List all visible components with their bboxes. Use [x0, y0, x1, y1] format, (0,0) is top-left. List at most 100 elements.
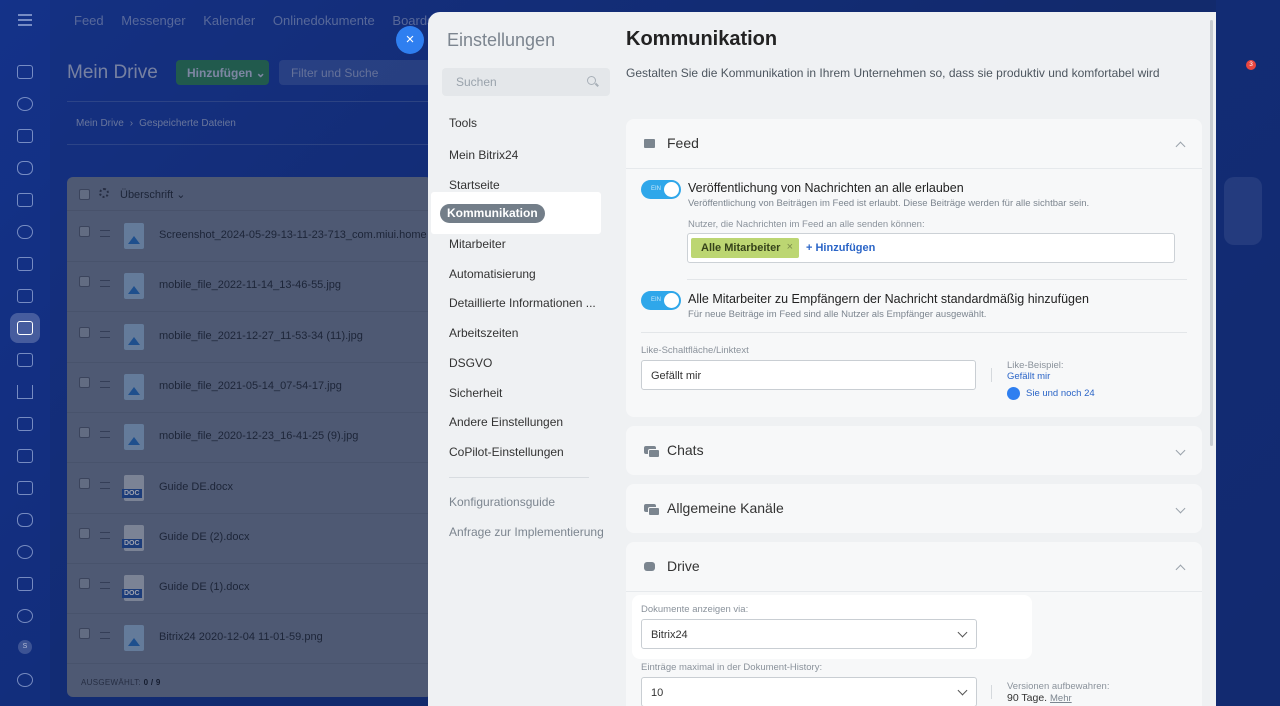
chevron-up-icon[interactable] — [1175, 141, 1186, 152]
copilot-icon[interactable] — [17, 97, 33, 111]
like-example-label: Like-Beispiel: — [1007, 360, 1064, 371]
settings-title: Einstellungen — [447, 30, 556, 50]
remove-tag-icon[interactable]: × — [787, 241, 793, 253]
analytics-icon[interactable] — [17, 385, 33, 399]
like-text-input[interactable]: Gefällt mir — [641, 360, 976, 390]
users-label: Nutzer, die Nachrichten im Feed an alle … — [688, 219, 925, 230]
divider — [626, 591, 1202, 592]
chevron-up-icon[interactable] — [1175, 564, 1186, 575]
settings-navigation: Einstellungen Suchen Tools Mein Bitrix24… — [428, 12, 610, 706]
nav-item-tools[interactable]: Tools — [449, 116, 477, 130]
nav-item-konfigurationsguide[interactable]: Konfigurationsguide — [449, 495, 555, 509]
recent-chats-group — [1224, 177, 1262, 245]
board-icon[interactable] — [17, 353, 33, 367]
feed-icon[interactable] — [17, 129, 33, 143]
divider — [641, 332, 1187, 333]
like-example-link[interactable]: Gefällt mir — [1007, 371, 1050, 382]
close-icon: × — [405, 31, 415, 48]
nav-item-arbeitszeiten[interactable]: Arbeitszeiten — [449, 326, 518, 340]
option-add-recipients-title: Alle Mitarbeiter zu Empfängern der Nachr… — [688, 292, 1089, 306]
thumbs-up-icon — [1007, 387, 1020, 400]
docs-via-select[interactable]: Bitrix24 — [641, 619, 977, 649]
option-add-recipients-desc: Für neue Beiträge im Feed sind alle Nutz… — [688, 309, 987, 320]
feed-section-title: Feed — [667, 135, 699, 151]
home-icon[interactable] — [17, 65, 33, 79]
nav-item-dsgvo[interactable]: DSGVO — [449, 356, 492, 370]
right-sidebar — [1216, 0, 1280, 706]
signature-icon[interactable] — [17, 577, 33, 591]
channels-section-header[interactable]: Allgemeine Kanäle — [626, 484, 1202, 533]
versions-more-link[interactable]: Mehr — [1050, 693, 1072, 704]
tasks-icon[interactable] — [17, 289, 33, 303]
nav-item-kommunikation[interactable]: Kommunikation — [440, 204, 545, 223]
toggle-publish-to-all[interactable]: EIN — [641, 180, 681, 199]
status-label: S — [18, 640, 32, 654]
toggle-knob — [664, 293, 679, 308]
chevron-down-icon — [957, 685, 968, 696]
drive-icon — [644, 562, 655, 571]
feed-icon — [644, 139, 655, 148]
goals-icon[interactable] — [17, 545, 33, 559]
toggle-add-recipients[interactable]: EIN — [641, 291, 681, 310]
settings-scrollbar[interactable] — [1210, 20, 1213, 446]
nav-item-sicherheit[interactable]: Sicherheit — [449, 386, 502, 400]
schedule-icon[interactable] — [17, 481, 33, 495]
page-description: Gestalten Sie die Kommunikation in Ihrem… — [626, 66, 1160, 80]
like-example-count: Sie und noch 24 — [1007, 387, 1095, 400]
user-tag: Alle Mitarbeiter × — [691, 238, 799, 258]
channels-section-title: Allgemeine Kanäle — [667, 500, 784, 516]
like-label: Like-Schaltfläche/Linktext — [641, 345, 749, 356]
toggle-knob — [664, 182, 679, 197]
chats-section: Chats — [626, 426, 1202, 475]
nav-item-detaillierte-informationen[interactable]: Detaillierte Informationen ... — [449, 296, 596, 310]
feed-section: Feed EIN Veröffentlichung von Nachrichte… — [626, 119, 1202, 417]
drive-icon[interactable] — [17, 321, 33, 335]
calendar-icon[interactable] — [17, 193, 33, 207]
nav-item-anfrage-implementierung[interactable]: Anfrage zur Implementierung — [449, 525, 604, 539]
chats-icon — [644, 446, 660, 458]
nav-item-andere-einstellungen[interactable]: Andere Einstellungen — [449, 415, 563, 429]
chat-icon[interactable] — [17, 161, 33, 175]
contacts-icon[interactable] — [17, 225, 33, 239]
docs-via-label: Dokumente anzeigen via: — [641, 604, 749, 615]
history-label: Einträge maximal in der Dokument-History… — [641, 662, 823, 673]
versions-label: Versionen aufbewahren: — [1007, 681, 1110, 692]
add-users-link[interactable]: + Hinzufügen — [806, 242, 875, 254]
channels-section: Allgemeine Kanäle — [626, 484, 1202, 533]
option-publish-to-all-desc: Veröffentlichung von Beiträgen im Feed i… — [688, 198, 1090, 209]
close-panel-button[interactable]: × — [396, 26, 424, 54]
menu-icon[interactable] — [18, 14, 32, 26]
versions-value: 90 Tage. Mehr — [1007, 692, 1072, 704]
chats-section-title: Chats — [667, 442, 704, 458]
notification-badge: 3 — [1246, 60, 1256, 70]
shop-icon[interactable] — [17, 417, 33, 431]
nav-divider — [449, 477, 589, 478]
users-selector[interactable]: Alle Mitarbeiter × + Hinzufügen — [687, 233, 1175, 263]
left-sidebar: S — [0, 0, 50, 706]
option-publish-to-all-title: Veröffentlichung von Nachrichten an alle… — [688, 181, 964, 195]
divider — [991, 685, 992, 699]
drive-section-header[interactable]: Drive — [626, 542, 1202, 591]
nav-item-mein-bitrix24[interactable]: Mein Bitrix24 — [449, 148, 518, 162]
nav-item-automatisierung[interactable]: Automatisierung — [449, 267, 536, 281]
feed-section-header[interactable]: Feed — [626, 119, 1202, 168]
search-icon — [587, 76, 596, 85]
nav-item-copilot-einstellungen[interactable]: CoPilot-Einstellungen — [449, 445, 564, 459]
chats-section-header[interactable]: Chats — [626, 426, 1202, 475]
settings-gear-icon[interactable] — [17, 673, 33, 687]
chevron-down-icon[interactable] — [1175, 503, 1186, 514]
nav-item-mitarbeiter[interactable]: Mitarbeiter — [449, 237, 506, 251]
robot-icon[interactable] — [17, 513, 33, 527]
channels-icon — [644, 504, 660, 516]
chevron-down-icon[interactable] — [1175, 445, 1186, 456]
documents-icon[interactable] — [17, 257, 33, 271]
sites-icon[interactable] — [17, 449, 33, 463]
support-icon[interactable] — [17, 609, 33, 623]
settings-search-input[interactable]: Suchen — [442, 68, 610, 96]
page-title: Kommunikation — [626, 28, 778, 50]
history-select[interactable]: 10 — [641, 677, 977, 706]
drive-section-title: Drive — [667, 558, 700, 574]
chevron-down-icon — [957, 627, 968, 638]
divider — [687, 279, 1187, 280]
nav-item-startseite[interactable]: Startseite — [449, 178, 500, 192]
